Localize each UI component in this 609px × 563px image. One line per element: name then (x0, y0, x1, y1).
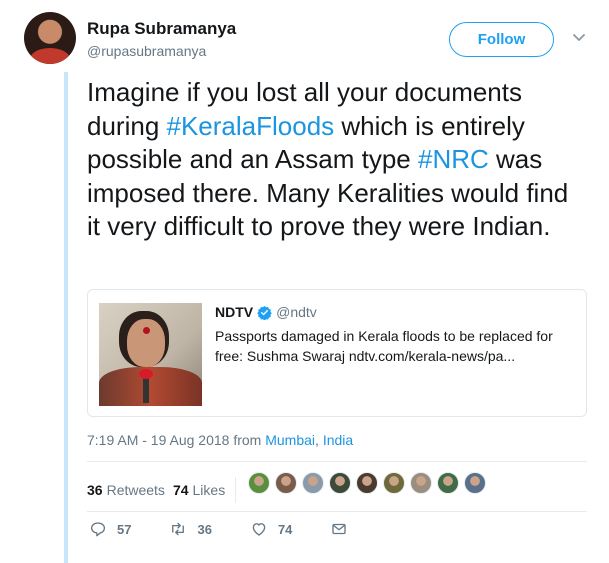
liker-avatar[interactable] (329, 472, 351, 494)
reply-icon (90, 522, 106, 537)
author-handle[interactable]: @rupasubramanya (87, 43, 206, 59)
like-count: 74 (277, 521, 293, 537)
location-city-link[interactable]: Mumbai (265, 432, 315, 448)
stats-separator (235, 477, 237, 503)
liker-avatar[interactable] (275, 472, 297, 494)
like-button[interactable]: 74 (250, 520, 292, 538)
quoted-tweet-text: Passports damaged in Kerala floods to be… (215, 328, 553, 364)
hashtag-link[interactable]: #KeralaFloods (167, 111, 335, 141)
engagement-stats: 36 Retweets 74 Likes (87, 477, 246, 503)
quoted-tweet-card[interactable]: NDTV @ndtv Passports damaged in Kerala f… (87, 289, 587, 417)
follow-button[interactable]: Follow (449, 22, 554, 57)
tweet-actions: 57 36 74 (89, 520, 396, 538)
likers-avatars (248, 472, 491, 494)
reply-count: 57 (117, 521, 132, 537)
location-separator: , (315, 432, 323, 448)
likes-stat[interactable]: 74 Likes (173, 482, 225, 498)
liker-avatar[interactable] (302, 472, 324, 494)
quoted-author: NDTV @ndtv (215, 304, 317, 320)
tweet-text: Imagine if you lost all your documents d… (87, 76, 587, 244)
thread-line (64, 72, 68, 563)
message-button[interactable] (330, 520, 358, 538)
timestamp-time[interactable]: 7:19 AM - 19 Aug 2018 from (87, 432, 265, 448)
divider (87, 461, 587, 462)
likes-label: Likes (192, 482, 226, 498)
liker-avatar[interactable] (410, 472, 432, 494)
retweets-count: 36 (87, 482, 103, 498)
retweets-label: Retweets (106, 482, 165, 498)
likes-count: 74 (172, 482, 189, 498)
retweet-button[interactable]: 36 (169, 520, 212, 538)
liker-avatar[interactable] (437, 472, 459, 494)
author-name[interactable]: Rupa Subramanya (87, 19, 236, 39)
envelope-icon (332, 523, 347, 535)
divider (87, 511, 587, 512)
hashtag-link[interactable]: #NRC (418, 144, 489, 174)
retweets-stat[interactable]: 36 Retweets (87, 482, 165, 498)
chevron-down-icon[interactable] (572, 33, 586, 43)
liker-avatar[interactable] (248, 472, 270, 494)
quoted-tweet-image[interactable] (99, 303, 202, 406)
heart-icon (252, 523, 266, 536)
quoted-author-name: NDTV (215, 304, 254, 320)
liker-avatar[interactable] (464, 472, 486, 494)
retweet-icon (172, 522, 185, 536)
reply-button[interactable]: 57 (89, 520, 131, 538)
liker-avatar[interactable] (356, 472, 378, 494)
author-avatar[interactable] (24, 12, 76, 64)
location-country-link[interactable]: India (323, 432, 353, 448)
quoted-author-handle: @ndtv (276, 304, 317, 320)
retweet-count: 36 (197, 521, 212, 537)
liker-avatar[interactable] (383, 472, 405, 494)
verified-badge-icon (257, 305, 272, 320)
tweet-timestamp: 7:19 AM - 19 Aug 2018 from Mumbai, India (87, 432, 353, 448)
